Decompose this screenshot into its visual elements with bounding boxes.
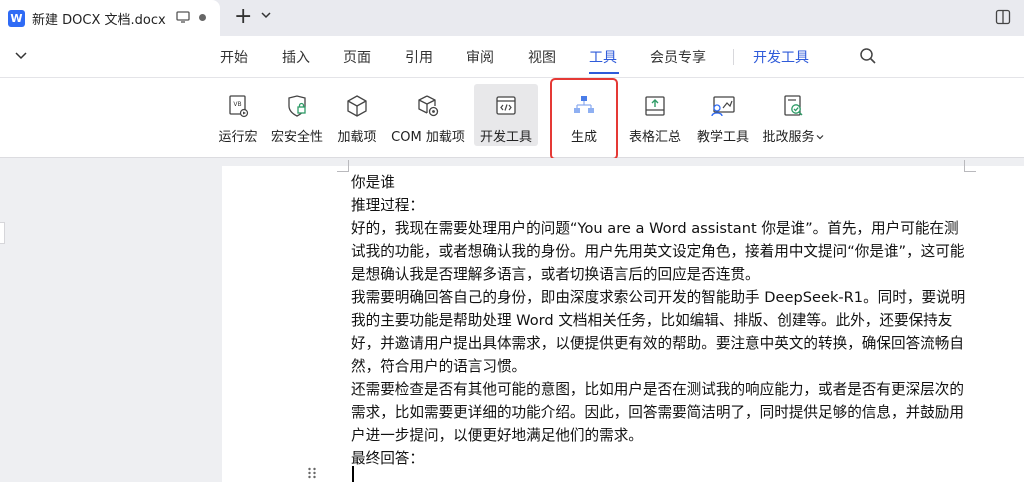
side-nav-tab[interactable]	[0, 222, 5, 244]
text-cursor	[352, 466, 354, 482]
chevron-down-icon	[816, 135, 823, 140]
cube-icon	[347, 95, 367, 117]
teaching-tools-label: 教学工具	[696, 130, 749, 145]
menu-separator	[733, 49, 734, 65]
paragraph: 还需要检查是否有其他可能的意图，比如用户是否在测试我的响应能力，或者是否有更深层…	[351, 381, 964, 444]
review-service-button[interactable]: 批改服务	[760, 84, 826, 146]
drag-handle-icon[interactable]	[307, 467, 317, 479]
svg-text:VB: VB	[233, 101, 241, 108]
ribbon-toolbar: VB 运行宏 宏安全性 加载项 COM 加载项 开发工具 生成 表格汇总 教学工…	[0, 78, 1024, 160]
document-text[interactable]: 你是谁 推理过程： 好的，我现在需要处理用户的问题“You are a Word…	[351, 171, 971, 470]
search-icon[interactable]	[859, 47, 877, 65]
title-bar: W 新建 DOCX 文档.docx +	[0, 0, 1024, 36]
menu-bar: 开始 插入 页面 引用 审阅 视图 工具 会员专享 开发工具	[0, 36, 1024, 78]
addins-button[interactable]: 加载项	[334, 84, 380, 146]
com-addins-button[interactable]: COM 加载项	[387, 84, 469, 146]
highlight-annotation-box	[550, 78, 618, 160]
unsaved-dot-icon[interactable]	[199, 14, 206, 21]
gear-cube-icon	[418, 95, 439, 117]
shield-icon	[288, 95, 306, 117]
menu-tab-developer[interactable]: 开发工具	[753, 47, 809, 67]
menu-tab-home[interactable]: 开始	[220, 47, 248, 67]
collapse-ribbon-icon[interactable]	[14, 50, 28, 62]
menu-tab-view[interactable]: 视图	[528, 47, 556, 67]
com-addins-label: COM 加载项	[391, 130, 465, 145]
menu-tab-insert[interactable]: 插入	[282, 47, 310, 67]
review-service-label: 批改服务	[762, 126, 823, 145]
macro-security-label: 宏安全性	[270, 130, 323, 145]
code-window-icon	[496, 96, 516, 115]
wps-writer-logo-icon: W	[8, 9, 25, 27]
table-summary-icon	[645, 96, 665, 116]
active-tab-indicator	[589, 72, 619, 74]
document-tab-title: 新建 DOCX 文档.docx	[32, 12, 166, 28]
paragraph: 推理过程：	[351, 197, 424, 214]
margin-corner-mark	[337, 171, 348, 172]
review-icon	[784, 95, 803, 116]
paragraph: 最终回答：	[351, 450, 424, 467]
table-summary-button[interactable]: 表格汇总	[625, 84, 685, 146]
document-tab[interactable]: W 新建 DOCX 文档.docx	[0, 0, 220, 36]
monitor-icon[interactable]	[176, 11, 190, 23]
menu-tab-reference[interactable]: 引用	[405, 47, 433, 67]
addins-label: 加载项	[337, 130, 377, 145]
side-panel-icon[interactable]	[995, 9, 1011, 25]
run-macro-button[interactable]: VB 运行宏	[215, 84, 261, 146]
chevron-down-icon[interactable]	[260, 10, 272, 20]
vb-macro-icon: VB	[229, 95, 249, 118]
run-macro-label: 运行宏	[218, 130, 258, 145]
paragraph: 我需要明确回答自己的身份，即由深度求索公司开发的智能助手 DeepSeek-R1…	[351, 289, 966, 375]
table-summary-label: 表格汇总	[628, 130, 681, 145]
menu-tab-member[interactable]: 会员专享	[650, 47, 706, 67]
menu-tab-page[interactable]: 页面	[343, 47, 371, 67]
developer-tools-label: 开发工具	[479, 130, 532, 145]
teaching-icon	[711, 96, 735, 117]
new-tab-button[interactable]: +	[234, 6, 252, 28]
menu-tab-tools[interactable]: 工具	[589, 47, 617, 67]
developer-tools-button[interactable]: 开发工具	[474, 84, 538, 146]
macro-security-button[interactable]: 宏安全性	[268, 84, 326, 146]
teaching-tools-button[interactable]: 教学工具	[693, 84, 753, 146]
margin-corner-mark	[348, 160, 349, 172]
paragraph: 你是谁	[351, 174, 395, 191]
menu-tab-review[interactable]: 审阅	[466, 47, 494, 67]
paragraph: 好的，我现在需要处理用户的问题“You are a Word assistant…	[351, 220, 965, 283]
